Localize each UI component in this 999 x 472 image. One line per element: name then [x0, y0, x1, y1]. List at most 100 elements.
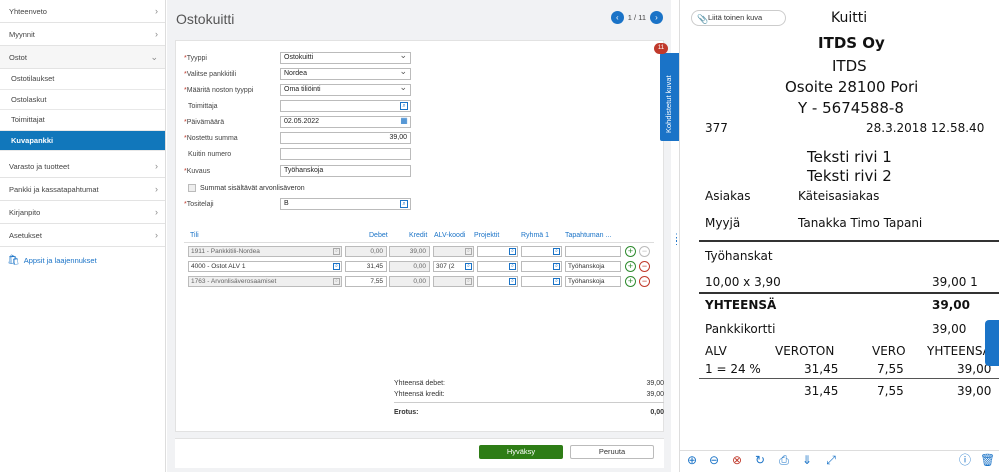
- debet-cell[interactable]: 7,55: [345, 276, 387, 287]
- search-icon[interactable]: ⌕: [465, 263, 472, 270]
- search-icon[interactable]: ⌕: [553, 263, 560, 270]
- nav-yhteenveto[interactable]: Yhteenveto ›: [0, 0, 165, 23]
- add-row-icon[interactable]: +: [625, 276, 636, 287]
- print-icon[interactable]: ⎙: [777, 453, 791, 467]
- receipt-payment-label: Pankkikortti: [705, 322, 776, 336]
- attach-image-button[interactable]: 📎 Liitä toinen kuva: [691, 10, 786, 26]
- alv-cell[interactable]: ⌕: [433, 276, 474, 287]
- projektit-cell[interactable]: ⌕: [477, 246, 518, 257]
- receipt-vat-header: VEROTON: [775, 344, 835, 358]
- remove-row-icon[interactable]: −: [639, 261, 650, 272]
- value: 39,00: [646, 391, 664, 398]
- search-icon[interactable]: ⌕: [333, 263, 340, 270]
- nav-varasto[interactable]: Varasto ja tuotteet ›: [0, 155, 165, 178]
- receipt-item-name: Työhanskat: [705, 249, 773, 263]
- nav-asetukset[interactable]: Asetukset ›: [0, 224, 165, 247]
- help-tab[interactable]: [985, 320, 999, 366]
- receipt-asiakas-value: Käteisasiakas: [798, 189, 880, 203]
- expand-icon[interactable]: ⤢: [824, 453, 838, 467]
- chevron-right-icon: ›: [155, 184, 158, 194]
- toimittaja-input[interactable]: ⌕: [280, 100, 411, 112]
- nav-ostot[interactable]: Ostot ⌄: [0, 46, 165, 69]
- page-title: Ostokuitti: [176, 11, 235, 27]
- debet-cell[interactable]: 0,00: [345, 246, 387, 257]
- search-icon[interactable]: ⌕: [509, 263, 516, 270]
- tapahtuma-cell[interactable]: [565, 246, 621, 257]
- drag-handle-icon[interactable]: ⋮ ⋮: [672, 233, 681, 246]
- kredit-cell[interactable]: 39,00: [389, 246, 430, 257]
- kuitin-numero-input[interactable]: [280, 148, 411, 160]
- label: Kuvaus: [186, 167, 211, 175]
- nav-kirjanpito[interactable]: Kirjanpito ›: [0, 201, 165, 224]
- row-kuitin-numero: Kuitin numero: [184, 148, 283, 160]
- tili-cell[interactable]: 1911 - Pankkitili-Nordea ⌕: [188, 246, 342, 257]
- kredit-cell[interactable]: 0,00: [389, 276, 430, 287]
- projektit-cell[interactable]: ⌕: [477, 261, 518, 272]
- search-icon: ⌕: [465, 278, 472, 285]
- nav-myynnit[interactable]: Myynnit ›: [0, 23, 165, 46]
- apps-label: Appsit ja laajennukset: [23, 256, 97, 265]
- ryhma-cell[interactable]: ⌕: [521, 246, 562, 257]
- nav-kuvapankki[interactable]: Kuvapankki: [0, 130, 165, 151]
- ryhma-cell[interactable]: ⌕: [521, 261, 562, 272]
- tili-cell[interactable]: 4000 - Ostot ALV 1 ⌕: [188, 261, 342, 272]
- next-arrow-icon[interactable]: ›: [650, 11, 663, 24]
- label: Toimittaja: [188, 102, 218, 110]
- col-kredit: Kredit: [409, 232, 428, 239]
- apps-link[interactable]: 🛍 Appsit ja laajennukset: [0, 247, 165, 266]
- receipt-total-value: 39,00: [932, 298, 970, 312]
- tili-cell[interactable]: 1763 - Arvonlisäverosaamiset ⌕: [188, 276, 342, 287]
- nav-label: Pankki ja kassatapahtumat: [9, 185, 99, 194]
- info-icon[interactable]: ⓘ: [958, 453, 972, 467]
- pager: ‹ 1 / 11 ›: [610, 11, 663, 24]
- rotate-icon[interactable]: ↻: [753, 453, 767, 467]
- receipt-divider: [699, 292, 999, 294]
- nav-toimittajat[interactable]: Toimittajat: [0, 110, 165, 131]
- calendar-icon[interactable]: ▦: [400, 117, 408, 126]
- prev-arrow-icon[interactable]: ‹: [610, 11, 624, 24]
- search-icon[interactable]: ⌕: [553, 278, 560, 285]
- summa-input[interactable]: 39,00: [280, 132, 411, 144]
- label: Summat sisältävät arvonlisäveron: [200, 184, 305, 192]
- label: Erotus:: [394, 409, 419, 416]
- search-icon[interactable]: ⌕: [400, 200, 408, 208]
- row-alv-checkbox: Summat sisältävät arvonlisäveron: [184, 182, 305, 194]
- alv-cell[interactable]: 307 (2 ⌕: [433, 261, 474, 272]
- remove-row-icon[interactable]: −: [639, 276, 650, 287]
- receipt-vat-sum: 39,00: [957, 384, 992, 398]
- ryhma-cell[interactable]: ⌕: [521, 276, 562, 287]
- cancel-button[interactable]: Peruuta: [570, 445, 654, 459]
- col-ryhma: Ryhmä 1: [521, 232, 550, 239]
- nav-ostolaskut[interactable]: Ostolaskut: [0, 90, 165, 110]
- receipt-kuitti: Kuitti: [831, 10, 868, 26]
- add-row-icon[interactable]: +: [625, 246, 636, 257]
- alv-cell[interactable]: ⌕: [433, 246, 474, 257]
- zoom-in-icon[interactable]: ⊕: [685, 453, 699, 467]
- kuvaus-input[interactable]: Työhanskoja: [280, 165, 411, 177]
- nav-pankki[interactable]: Pankki ja kassatapahtumat ›: [0, 178, 165, 201]
- approve-button[interactable]: Hyväksy: [479, 445, 563, 459]
- noston-tyyppi-select[interactable]: Oma tiliöinti: [280, 82, 411, 96]
- tapahtuma-cell[interactable]: Työhanskoja: [565, 261, 621, 272]
- search-icon[interactable]: ⌕: [553, 248, 560, 255]
- row-tyyppi: *Tyyppi: [184, 54, 207, 62]
- tyyppi-select[interactable]: Ostokuitti: [280, 50, 411, 64]
- paivamaara-input[interactable]: 02.05.2022 ▦: [280, 116, 411, 128]
- trash-icon[interactable]: 🗑: [980, 453, 995, 467]
- add-row-icon[interactable]: +: [625, 261, 636, 272]
- kredit-cell[interactable]: 0,00: [389, 261, 430, 272]
- pankkitili-select[interactable]: Nordea: [280, 66, 411, 80]
- search-icon[interactable]: ⌕: [400, 102, 408, 110]
- alv-checkbox[interactable]: [188, 184, 196, 192]
- projektit-cell[interactable]: ⌕: [477, 276, 518, 287]
- kohdistetut-kuvat-tab[interactable]: Kohdistetut kuvat: [660, 53, 680, 141]
- zoom-reset-icon[interactable]: ⊗: [730, 453, 744, 467]
- download-icon[interactable]: ⇓: [800, 453, 814, 467]
- search-icon[interactable]: ⌕: [509, 248, 516, 255]
- tositelaji-input[interactable]: B ⌕: [280, 198, 411, 210]
- nav-ostotilaukset[interactable]: Ostotilaukset: [0, 69, 165, 90]
- debet-cell[interactable]: 31,45: [345, 261, 387, 272]
- zoom-out-icon[interactable]: ⊖: [707, 453, 721, 467]
- search-icon[interactable]: ⌕: [509, 278, 516, 285]
- tapahtuma-cell[interactable]: Työhanskoja: [565, 276, 621, 287]
